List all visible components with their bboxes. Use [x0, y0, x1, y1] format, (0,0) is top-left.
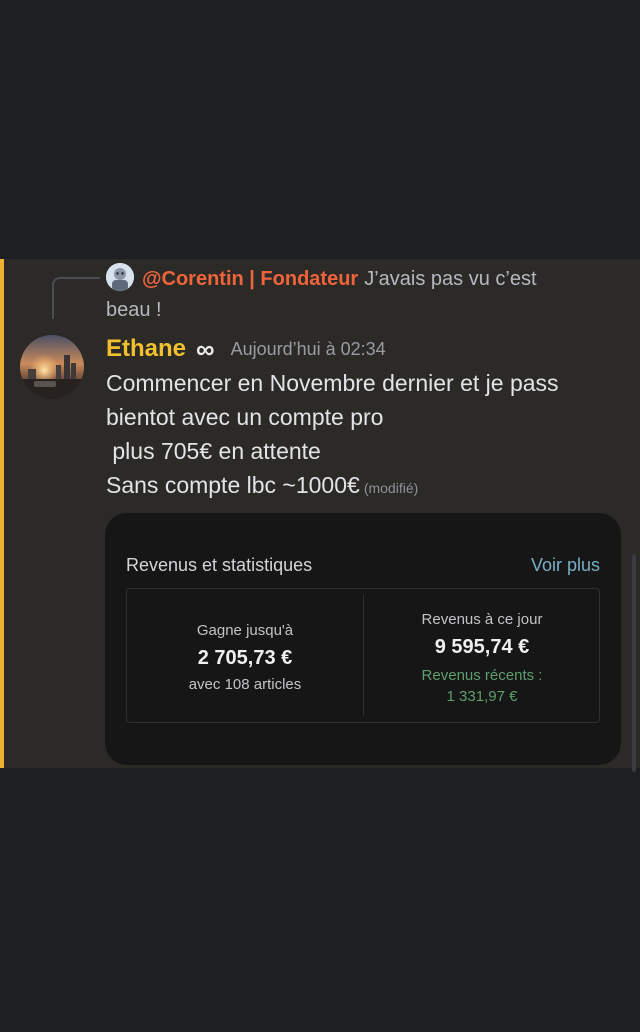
author-name[interactable]: Ethane — [106, 335, 186, 363]
infinity-icon: ∞ — [196, 334, 215, 364]
earnings-label: Gagne jusqu'à — [196, 622, 294, 639]
recent-revenue-value: 1 331,97 € — [446, 688, 518, 705]
reply-connector — [52, 277, 100, 319]
stats-box: Gagne jusqu'à 2 705,73 € avec 108 articl… — [126, 588, 600, 723]
message-line: bientot avec un compte pro — [106, 404, 384, 430]
revenue-label: Revenus à ce jour — [421, 611, 543, 628]
avatar[interactable] — [20, 335, 84, 399]
reply-preview[interactable]: @Corentin | Fondateur J’avais pas vu c’es… — [106, 264, 576, 326]
message-line: Commencer en Novembre dernier et je pass — [106, 370, 559, 396]
embed-header: Revenus et statistiques Voir plus — [126, 555, 600, 576]
message-timestamp: Aujourd’hui à 02:34 — [230, 338, 386, 359]
message-line: Sans compte lbc ~1000€ — [106, 472, 360, 498]
scrollbar-thumb[interactable] — [632, 554, 636, 772]
message-header: Ethane ∞ Aujourd’hui à 02:34 — [106, 333, 386, 365]
message-line: plus 705€ en attente — [106, 438, 321, 464]
recent-revenue-label: Revenus récents : — [421, 667, 543, 684]
message-group: @Corentin | Fondateur J’avais pas vu c’es… — [0, 259, 640, 768]
edited-label: (modifié) — [363, 480, 419, 496]
revenue-stat: Revenus à ce jour 9 595,74 € Revenus réc… — [364, 589, 600, 722]
articles-count: avec 108 articles — [188, 676, 302, 693]
embed-title: Revenus et statistiques — [126, 555, 313, 575]
earnings-stat: Gagne jusqu'à 2 705,73 € avec 108 articl… — [127, 589, 363, 722]
message-line-last: Sans compte lbc ~1000€ (modifié) — [106, 468, 626, 505]
revenue-value: 9 595,74 € — [434, 636, 530, 658]
reply-author[interactable]: @Corentin | Fondateur — [142, 268, 358, 290]
message-content: Commencer en Novembre dernier et je pass… — [106, 366, 626, 505]
earnings-value: 2 705,73 € — [197, 647, 293, 669]
stats-embed-card: Revenus et statistiques Voir plus Gagne … — [105, 513, 621, 765]
mention-highlight-bar — [0, 259, 4, 768]
see-more-link[interactable]: Voir plus — [531, 555, 600, 576]
